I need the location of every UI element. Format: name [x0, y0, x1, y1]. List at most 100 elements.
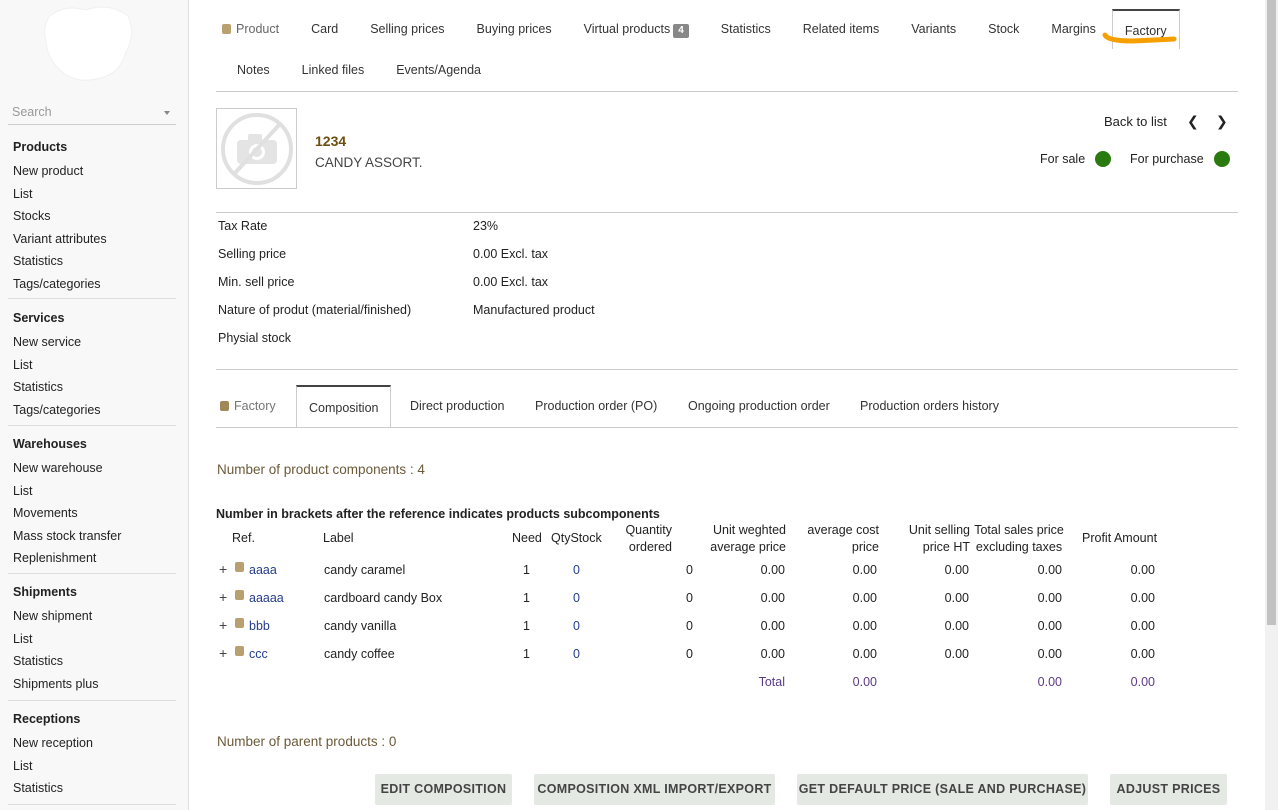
selling-price-value: 0.00 Excl. tax: [473, 247, 549, 261]
menu-title-shipments[interactable]: Shipments: [8, 579, 176, 605]
row-qtystock[interactable]: 0: [573, 563, 580, 577]
subtab-factory[interactable]: Factory: [220, 385, 276, 427]
menu-item-service-statistics[interactable]: Statistics: [8, 376, 176, 399]
row-total-sales: 0.00: [1037, 619, 1062, 633]
nature-label: Nature of produt (material/finished): [218, 303, 412, 317]
for-sale-label: For sale: [1040, 152, 1086, 166]
expand-icon[interactable]: +: [219, 617, 227, 633]
row-ref[interactable]: ccc: [249, 647, 268, 661]
menu-item-product-list[interactable]: List: [8, 183, 176, 206]
subtab-ongoing-production-order[interactable]: Ongoing production order: [688, 385, 830, 427]
col-header-total-sales-price: Total sales price excluding taxes: [972, 522, 1066, 556]
col-header-need: Need: [512, 531, 542, 545]
col-header-total-sales-line1: Total sales price: [974, 523, 1064, 537]
company-logo[interactable]: [40, 4, 135, 82]
row-ref[interactable]: aaaaa: [249, 591, 284, 605]
product-icon: [235, 562, 244, 572]
menu-item-replenishment[interactable]: Replenishment: [8, 547, 176, 570]
subtab-composition[interactable]: Composition: [296, 385, 392, 427]
subtab-direct-production[interactable]: Direct production: [410, 385, 505, 427]
menu-item-service-tags[interactable]: Tags/categories: [8, 399, 176, 422]
min-sell-price-value: 0.00 Excl. tax: [473, 275, 549, 289]
menu-item-new-service[interactable]: New service: [8, 331, 176, 354]
composition-xml-import-export-button[interactable]: COMPOSITION XML IMPORT/EXPORT: [534, 774, 775, 805]
tab-card[interactable]: Card: [295, 9, 354, 49]
edit-composition-button[interactable]: EDIT COMPOSITION: [375, 774, 512, 805]
row-qtystock[interactable]: 0: [573, 591, 580, 605]
tab-product[interactable]: Product: [216, 9, 295, 49]
menu-title-receptions[interactable]: Receptions: [8, 706, 176, 732]
row-need: 1: [523, 619, 530, 633]
row-profit: 0.00: [1130, 563, 1155, 577]
col-header-quantity-ordered-line2: ordered: [628, 540, 672, 554]
menu-item-variant-attributes[interactable]: Variant attributes: [8, 228, 176, 251]
row-label: cardboard candy Box: [324, 591, 443, 605]
menu-item-stocks[interactable]: Stocks: [8, 205, 176, 228]
menu-item-new-product[interactable]: New product: [8, 160, 176, 183]
menu-item-reception-list[interactable]: List: [8, 755, 176, 778]
page-scrollbar[interactable]: [1265, 0, 1278, 810]
row-qtystock[interactable]: 0: [573, 619, 580, 633]
previous-icon[interactable]: ❮: [1187, 113, 1199, 130]
menu-item-shipment-statistics[interactable]: Statistics: [8, 650, 176, 673]
search-field[interactable]: [8, 102, 176, 125]
menu-item-service-list[interactable]: List: [8, 354, 176, 377]
subtab-production-orders-history[interactable]: Production orders history: [860, 385, 999, 427]
expand-icon[interactable]: +: [219, 645, 227, 661]
row-total-sales: 0.00: [1037, 647, 1062, 661]
menu-title-services[interactable]: Services: [8, 305, 176, 331]
tab-buying-prices[interactable]: Buying prices: [461, 9, 568, 49]
expand-icon[interactable]: +: [219, 589, 227, 605]
menu-item-shipment-list[interactable]: List: [8, 628, 176, 651]
menu-item-movements[interactable]: Movements: [8, 502, 176, 525]
tab-virtual-products[interactable]: Virtual products 4: [568, 9, 705, 49]
menu-item-new-reception[interactable]: New reception: [8, 732, 176, 755]
menu-item-product-statistics[interactable]: Statistics: [8, 250, 176, 273]
row-unit-sell: 0.00: [944, 619, 969, 633]
menu-title-products[interactable]: Products: [8, 134, 176, 160]
tab-events-agenda[interactable]: Events/Agenda: [380, 50, 497, 90]
menu-item-product-tags[interactable]: Tags/categories: [8, 273, 176, 296]
row-avg-cost: 0.00: [852, 647, 877, 661]
total-profit: 0.00: [1130, 675, 1155, 689]
row-ref[interactable]: bbb: [249, 619, 270, 633]
row-qtystock[interactable]: 0: [573, 647, 580, 661]
adjust-prices-button[interactable]: ADJUST PRICES: [1110, 774, 1227, 805]
menu-title-warehouses[interactable]: Warehouses: [8, 431, 176, 457]
search-input[interactable]: [8, 102, 158, 122]
menu-item-new-shipment[interactable]: New shipment: [8, 605, 176, 628]
tab-selling-prices[interactable]: Selling prices: [354, 9, 460, 49]
row-unit-wap: 0.00: [760, 619, 785, 633]
tab-stock[interactable]: Stock: [972, 9, 1035, 49]
for-sale-status-icon[interactable]: [1095, 151, 1111, 167]
tab-notes[interactable]: Notes: [216, 50, 286, 90]
subtab-production-order[interactable]: Production order (PO): [535, 385, 657, 427]
row-avg-cost: 0.00: [852, 619, 877, 633]
menu-item-new-warehouse[interactable]: New warehouse: [8, 457, 176, 480]
menu-item-warehouse-list[interactable]: List: [8, 480, 176, 503]
tab-related-items[interactable]: Related items: [787, 9, 895, 49]
for-purchase-status-icon[interactable]: [1214, 151, 1230, 167]
tab-statistics[interactable]: Statistics: [705, 9, 787, 49]
back-to-list-link[interactable]: Back to list: [1104, 114, 1167, 129]
expand-icon[interactable]: +: [219, 561, 227, 577]
row-ref[interactable]: aaaa: [249, 563, 277, 577]
menu-item-mass-stock-transfer[interactable]: Mass stock transfer: [8, 525, 176, 548]
menu-item-shipments-plus[interactable]: Shipments plus: [8, 673, 176, 696]
col-header-quantity-ordered-line1: Quantity: [625, 523, 672, 537]
sidebar: Products New product List Stocks Variant…: [0, 0, 189, 810]
get-default-price-button[interactable]: GET DEFAULT PRICE (SALE AND PURCHASE): [797, 774, 1088, 805]
tab-variants[interactable]: Variants: [895, 9, 972, 49]
product-photo[interactable]: [216, 108, 297, 189]
scrollbar-thumb[interactable]: [1267, 0, 1276, 625]
row-unit-wap: 0.00: [760, 591, 785, 605]
tab-linked-files[interactable]: Linked files: [286, 50, 381, 90]
total-label: Total: [758, 675, 785, 689]
chevron-down-icon[interactable]: [164, 111, 170, 115]
menu-item-reception-statistics[interactable]: Statistics: [8, 777, 176, 800]
tab-margins[interactable]: Margins: [1035, 9, 1111, 49]
next-icon[interactable]: ❯: [1216, 113, 1228, 130]
menu-divider: [8, 573, 176, 574]
row-avg-cost: 0.00: [852, 591, 877, 605]
row-unit-sell: 0.00: [944, 563, 969, 577]
